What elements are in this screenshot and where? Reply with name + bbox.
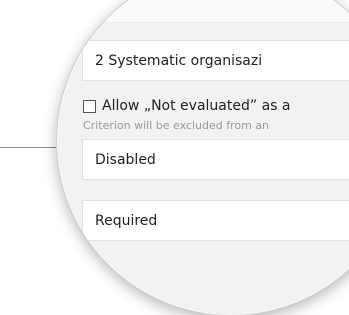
magnifier-lens: 2 Systematic organisazi Allow „Not evalu… (56, 0, 349, 315)
allow-not-evaluated-checkbox[interactable] (83, 99, 96, 113)
disabled-select-value: Disabled (95, 151, 156, 168)
required-select[interactable]: Required (82, 200, 349, 241)
organisation-field[interactable]: 2 Systematic organisazi (82, 40, 349, 81)
form-section: 2 Systematic organisazi Allow „Not evalu… (57, 0, 349, 315)
allow-not-evaluated-label: Allow „Not evaluated” as a (102, 98, 291, 114)
organisation-field-value: 2 Systematic organisazi (95, 52, 263, 69)
required-select-value: Required (95, 212, 158, 229)
top-field[interactable] (82, 0, 349, 23)
zoom-callout: 2 Systematic organisazi Allow „Not evalu… (0, 0, 349, 315)
allow-not-evaluated-hint: Criterion will be excluded from an (83, 119, 270, 132)
allow-not-evaluated-option[interactable]: Allow „Not evaluated” as a (83, 98, 290, 114)
disabled-select[interactable]: Disabled (82, 139, 349, 180)
